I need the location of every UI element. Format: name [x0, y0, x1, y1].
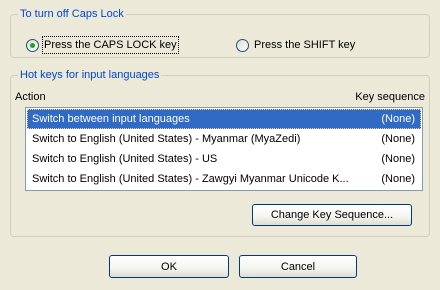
shift-key-option[interactable]: Press the SHIFT key: [236, 38, 355, 52]
list-item[interactable]: Switch to English (United States) - US (…: [27, 149, 421, 169]
caps-lock-key-radio[interactable]: [26, 38, 39, 52]
list-item[interactable]: Switch to English (United States) - Myan…: [27, 129, 421, 149]
list-item-action: Switch to English (United States) - US: [32, 153, 218, 165]
list-item-action: Switch to English (United States) - Myan…: [32, 133, 301, 145]
shift-key-radio[interactable]: [236, 38, 249, 52]
action-column-header: Action: [15, 91, 46, 103]
key-sequence-column-header: Key sequence: [355, 91, 425, 103]
list-item[interactable]: Switch between input languages (None): [27, 109, 421, 129]
list-item-key: (None): [381, 113, 415, 125]
shift-key-label[interactable]: Press the SHIFT key: [254, 38, 355, 52]
caps-lock-key-option[interactable]: Press the CAPS LOCK key: [26, 36, 179, 54]
caps-lock-group-title: To turn off Caps Lock: [18, 7, 126, 21]
caps-lock-group: To turn off Caps Lock Press the CAPS LOC…: [10, 7, 430, 58]
ok-button[interactable]: OK: [109, 255, 229, 278]
list-item-key: (None): [381, 133, 415, 145]
list-item[interactable]: Switch to English (United States) - Zawg…: [27, 169, 421, 189]
change-key-sequence-button[interactable]: Change Key Sequence...: [252, 204, 412, 226]
list-item-key: (None): [381, 173, 415, 185]
list-item-action: Switch to English (United States) - Zawg…: [32, 173, 349, 185]
cancel-button[interactable]: Cancel: [239, 255, 357, 278]
list-item-key: (None): [381, 153, 415, 165]
hotkeys-group-title: Hot keys for input languages: [18, 68, 162, 82]
list-item-action: Switch between input languages: [32, 113, 190, 125]
caps-lock-key-label[interactable]: Press the CAPS LOCK key: [42, 36, 179, 54]
hotkeys-group: Hot keys for input languages Action Key …: [10, 68, 430, 237]
hotkeys-list[interactable]: Switch between input languages (None) Sw…: [25, 107, 423, 191]
